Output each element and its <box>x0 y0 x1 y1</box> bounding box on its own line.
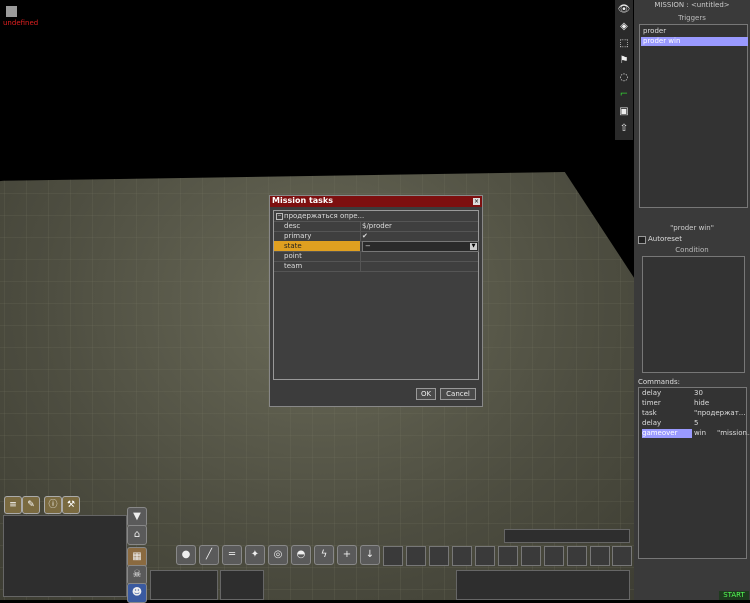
grenade-icon[interactable]: ● <box>176 545 196 565</box>
info-panel-right <box>456 570 630 600</box>
condition-label: Condition <box>675 246 709 254</box>
property-key: primary <box>284 232 312 240</box>
inventory-slot[interactable] <box>612 546 632 566</box>
lightning-icon[interactable]: ϟ <box>314 545 334 565</box>
inventory-slot[interactable] <box>406 546 426 566</box>
dialog-title: Mission tasks <box>272 196 334 205</box>
camera-icon[interactable]: ▣ <box>617 105 631 119</box>
property-key: state <box>284 242 302 250</box>
panel-title: MISSION : <untitled> <box>654 1 730 9</box>
scroll-icon[interactable]: ≡ <box>4 496 22 514</box>
editor-toolbar: 👁 ◈ ⬚ ⚑ ◌ ⌐ ▣ ⇧ <box>615 0 633 140</box>
helmet-icon[interactable]: ◓ <box>291 545 311 565</box>
start-button[interactable]: START <box>719 591 749 600</box>
inventory-slot[interactable] <box>567 546 587 566</box>
build-tools-bar: ● ╱ ═ ✦ ◎ ◓ ϟ + ↓ <box>176 545 381 567</box>
command-arg: 30 <box>694 389 703 397</box>
command-name: delay <box>642 389 662 397</box>
inventory-slot[interactable] <box>521 546 541 566</box>
wrench-icon[interactable]: ⚒ <box>62 496 80 514</box>
mission-panel: MISSION : <untitled> Triggers proder pro… <box>634 0 750 600</box>
inventory-slots <box>383 546 633 566</box>
mission-tasks-dialog: Mission tasks × − продержаться опре... d… <box>269 195 483 407</box>
skull-icon[interactable]: ☠ <box>127 565 147 585</box>
torch-icon[interactable]: ✦ <box>245 545 265 565</box>
triggers-list[interactable]: proder proder win <box>639 24 748 208</box>
inventory-slot[interactable] <box>429 546 449 566</box>
commands-list[interactable]: delay 30 timer hide task "продержат... d… <box>638 387 750 559</box>
task-property-grid: − продержаться опре... desc $/proder pri… <box>273 210 479 380</box>
unit-placeholder-icon <box>6 6 17 17</box>
autoreset-label: Autoreset <box>648 235 682 243</box>
command-arg: "продержат... <box>694 409 746 417</box>
selected-trigger-name: "proder win" <box>670 224 714 232</box>
info-panel-mid <box>220 570 264 600</box>
eye-icon[interactable]: 👁 <box>617 3 631 17</box>
property-key: desc <box>284 222 301 230</box>
triggers-label: Triggers <box>678 14 706 22</box>
inventory-slot[interactable] <box>452 546 472 566</box>
down-arrow-icon[interactable]: ↓ <box>360 545 380 565</box>
command-row[interactable]: timer hide <box>640 399 745 408</box>
autoreset-checkbox[interactable] <box>638 236 646 244</box>
command-name: delay <box>642 419 662 427</box>
condition-box[interactable] <box>642 256 745 373</box>
trigger-item[interactable]: proder <box>641 27 748 36</box>
property-key: point <box>284 252 302 260</box>
inventory-slot[interactable] <box>383 546 403 566</box>
hud-top-icons: ≡ ✎ ⓘ ⚒ <box>2 495 80 514</box>
property-key: team <box>284 262 303 270</box>
inventory-slot[interactable] <box>475 546 495 566</box>
command-name: task <box>642 409 657 417</box>
pencil-icon[interactable]: ✎ <box>22 496 40 514</box>
ok-button[interactable]: OK <box>416 388 436 400</box>
shield-icon[interactable]: ▼ <box>127 507 147 527</box>
command-arg: "mission... <box>717 429 750 437</box>
minimap[interactable] <box>3 515 127 597</box>
commands-label: Commands: <box>638 378 680 386</box>
command-arg: hide <box>694 399 710 407</box>
dropdown-arrow-icon[interactable]: ▼ <box>470 243 477 250</box>
inventory-slot[interactable] <box>590 546 610 566</box>
flag-icon[interactable]: ⚑ <box>617 54 631 68</box>
building-icon[interactable]: ⌂ <box>127 525 147 545</box>
step-icon[interactable]: ⌐ <box>617 88 631 102</box>
units-icon[interactable]: ☻ <box>127 583 147 603</box>
arrow-up-icon[interactable]: ⇧ <box>617 122 631 136</box>
circle-icon[interactable]: ◌ <box>617 71 631 85</box>
plus-icon[interactable]: + <box>337 545 357 565</box>
hud-side-icons: ▼ ⌂ ▦ ☠ ☻ <box>127 507 147 603</box>
checkmark-icon[interactable]: ✔ <box>362 232 368 240</box>
command-row[interactable]: delay 5 <box>640 419 745 428</box>
command-name: gameover <box>642 429 692 438</box>
tag-icon[interactable]: ◈ <box>617 20 631 34</box>
info-panel-left <box>150 570 218 600</box>
property-value[interactable]: $/proder <box>362 222 392 230</box>
selection-icon[interactable]: ⬚ <box>617 37 631 51</box>
undefined-label: undefined <box>3 19 39 27</box>
close-icon[interactable]: × <box>473 198 480 205</box>
inventory-slot[interactable] <box>544 546 564 566</box>
crate-icon[interactable]: ▦ <box>127 547 147 567</box>
info-icon[interactable]: ⓘ <box>44 496 62 514</box>
trigger-item-selected[interactable]: proder win <box>641 37 748 46</box>
inventory-slot[interactable] <box>498 546 518 566</box>
command-arg: win <box>694 429 707 437</box>
collapse-toggle-icon[interactable]: − <box>276 213 283 220</box>
property-row-team[interactable]: team <box>274 261 478 272</box>
command-row[interactable]: task "продержат... <box>640 409 745 418</box>
dialog-titlebar[interactable]: Mission tasks × <box>270 196 482 207</box>
command-arg: 5 <box>694 419 699 427</box>
cancel-button[interactable]: Cancel <box>440 388 476 400</box>
dropdown-value: − <box>365 242 371 250</box>
shovel-icon[interactable]: ╱ <box>199 545 219 565</box>
command-row-selected[interactable]: gameover win "mission... <box>640 429 750 438</box>
command-name: timer <box>642 399 661 407</box>
target-icon[interactable]: ◎ <box>268 545 288 565</box>
dynamite-icon[interactable]: ═ <box>222 545 242 565</box>
status-bar <box>504 529 630 543</box>
task-group-name: продержаться опре... <box>284 212 365 220</box>
command-row[interactable]: delay 30 <box>640 389 745 398</box>
